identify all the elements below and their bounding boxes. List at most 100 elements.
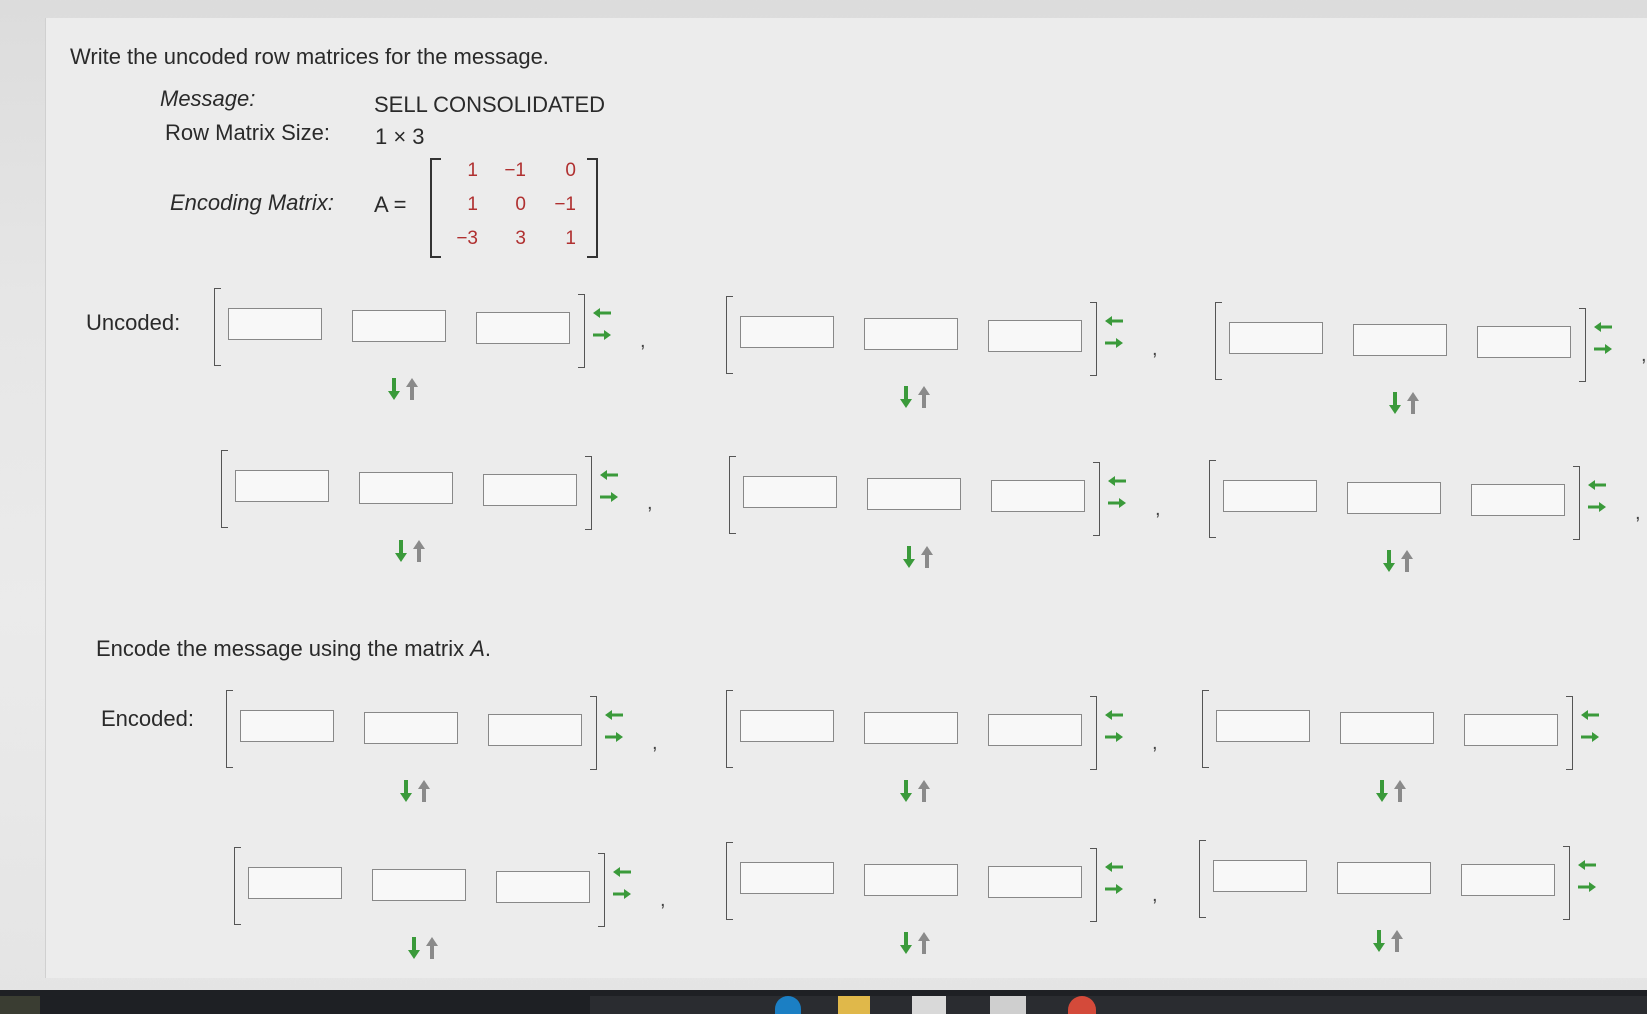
left-arrow-icon[interactable] <box>1108 476 1126 486</box>
up-arrow-icon[interactable] <box>1401 550 1413 572</box>
left-arrow-icon[interactable] <box>600 470 618 480</box>
encoded-matrix-6-entry-1[interactable] <box>1213 860 1307 892</box>
uncoded-matrix-4-entry-1[interactable] <box>235 470 329 502</box>
encoded-matrix-3-entry-2[interactable] <box>1340 712 1434 744</box>
uncoded-matrix-5-entry-2[interactable] <box>867 478 961 510</box>
uncoded-matrix-6-entry-3[interactable] <box>1471 484 1565 516</box>
right-bracket <box>1573 466 1580 540</box>
left-arrow-icon[interactable] <box>1581 710 1599 720</box>
right-arrow-icon[interactable] <box>1108 498 1126 508</box>
uncoded-matrix-4-entry-3[interactable] <box>483 474 577 506</box>
mail-icon[interactable] <box>990 996 1026 1014</box>
encoded-matrix-5-entry-2[interactable] <box>864 864 958 896</box>
uncoded-matrix-3-entry-1[interactable] <box>1229 322 1323 354</box>
right-arrow-icon[interactable] <box>605 732 623 742</box>
left-arrow-icon[interactable] <box>613 867 631 877</box>
right-arrow-icon[interactable] <box>1581 732 1599 742</box>
uncoded-matrix-6-entry-2[interactable] <box>1347 482 1441 514</box>
encoded-matrix-2-entry-1[interactable] <box>740 710 834 742</box>
down-arrow-icon[interactable] <box>1376 780 1388 802</box>
separator-comma: , <box>1152 338 1158 360</box>
encoded-matrix-4-entry-3[interactable] <box>496 871 590 903</box>
encoded-matrix-6-entry-2[interactable] <box>1337 862 1431 894</box>
encoded-matrix-1-column-arrows <box>602 706 626 746</box>
right-arrow-icon[interactable] <box>1105 732 1123 742</box>
encoded-matrix-5-entry-1[interactable] <box>740 862 834 894</box>
encoded-matrix-5-entry-3[interactable] <box>988 866 1082 898</box>
right-arrow-icon[interactable] <box>593 330 611 340</box>
store-icon[interactable] <box>912 996 946 1014</box>
down-arrow-icon[interactable] <box>1383 550 1395 572</box>
uncoded-matrix-1-entry-1[interactable] <box>228 308 322 340</box>
left-bracket <box>226 690 233 768</box>
file-explorer-icon[interactable] <box>838 996 870 1014</box>
encoded-matrix-4: , <box>234 847 666 959</box>
up-arrow-icon[interactable] <box>418 780 430 802</box>
uncoded-matrix-3-entry-2[interactable] <box>1353 324 1447 356</box>
down-arrow-icon[interactable] <box>1373 930 1385 952</box>
uncoded-matrix-3-entry-3[interactable] <box>1477 326 1571 358</box>
right-arrow-icon[interactable] <box>600 492 618 502</box>
encoded-matrix-4-entry-1[interactable] <box>248 867 342 899</box>
left-bracket <box>726 296 733 374</box>
encoded-matrix-2-entry-2[interactable] <box>864 712 958 744</box>
left-arrow-icon[interactable] <box>1594 322 1612 332</box>
uncoded-matrix-6-entry-1[interactable] <box>1223 480 1317 512</box>
right-arrow-icon[interactable] <box>1105 338 1123 348</box>
left-arrow-icon[interactable] <box>1105 862 1123 872</box>
down-arrow-icon[interactable] <box>900 780 912 802</box>
up-arrow-icon[interactable] <box>406 378 418 400</box>
start-icon[interactable] <box>0 996 40 1014</box>
left-bracket <box>214 288 221 366</box>
right-arrow-icon[interactable] <box>1594 344 1612 354</box>
up-arrow-icon[interactable] <box>1391 930 1403 952</box>
down-arrow-icon[interactable] <box>400 780 412 802</box>
up-arrow-icon[interactable] <box>1394 780 1406 802</box>
uncoded-matrix-5-entry-3[interactable] <box>991 480 1085 512</box>
matrix-entry-r1c3: 0 <box>565 160 576 181</box>
left-arrow-icon[interactable] <box>1588 480 1606 490</box>
encoded-label: Encoded: <box>101 706 194 731</box>
encoded-matrix-1-entry-2[interactable] <box>364 712 458 744</box>
encoded-matrix-1-row-arrows <box>396 778 432 804</box>
encoded-matrix-6-entry-3[interactable] <box>1461 864 1555 896</box>
up-arrow-icon[interactable] <box>1407 392 1419 414</box>
uncoded-matrix-4-entry-2[interactable] <box>359 472 453 504</box>
up-arrow-icon[interactable] <box>921 546 933 568</box>
right-arrow-icon[interactable] <box>1105 884 1123 894</box>
uncoded-matrix-2-entry-2[interactable] <box>864 318 958 350</box>
uncoded-matrix-2-entry-1[interactable] <box>740 316 834 348</box>
left-arrow-icon[interactable] <box>1578 860 1596 870</box>
down-arrow-icon[interactable] <box>1389 392 1401 414</box>
uncoded-matrix-1-entry-2[interactable] <box>352 310 446 342</box>
encoded-matrix-2-entry-3[interactable] <box>988 714 1082 746</box>
left-arrow-icon[interactable] <box>593 308 611 318</box>
encoded-matrix-3-entry-1[interactable] <box>1216 710 1310 742</box>
down-arrow-icon[interactable] <box>395 540 407 562</box>
encoded-matrix-1-entry-3[interactable] <box>488 714 582 746</box>
left-arrow-icon[interactable] <box>1105 316 1123 326</box>
down-arrow-icon[interactable] <box>900 386 912 408</box>
up-arrow-icon[interactable] <box>918 386 930 408</box>
up-arrow-icon[interactable] <box>413 540 425 562</box>
right-arrow-icon[interactable] <box>1588 502 1606 512</box>
down-arrow-icon[interactable] <box>388 378 400 400</box>
right-arrow-icon[interactable] <box>1578 882 1596 892</box>
encoded-matrix-3-entry-3[interactable] <box>1464 714 1558 746</box>
left-arrow-icon[interactable] <box>1105 710 1123 720</box>
uncoded-matrix-5-entry-1[interactable] <box>743 476 837 508</box>
uncoded-matrix-2-entry-3[interactable] <box>988 320 1082 352</box>
uncoded-matrix-1-entry-3[interactable] <box>476 312 570 344</box>
left-arrow-icon[interactable] <box>605 710 623 720</box>
up-arrow-icon[interactable] <box>918 932 930 954</box>
down-arrow-icon[interactable] <box>900 932 912 954</box>
uncoded-matrix-5: , <box>729 456 1161 568</box>
right-arrow-icon[interactable] <box>613 889 631 899</box>
down-arrow-icon[interactable] <box>903 546 915 568</box>
right-bracket <box>1090 848 1097 922</box>
encoded-matrix-4-entry-2[interactable] <box>372 869 466 901</box>
encoded-matrix-1-entry-1[interactable] <box>240 710 334 742</box>
up-arrow-icon[interactable] <box>426 937 438 959</box>
down-arrow-icon[interactable] <box>408 937 420 959</box>
up-arrow-icon[interactable] <box>918 780 930 802</box>
